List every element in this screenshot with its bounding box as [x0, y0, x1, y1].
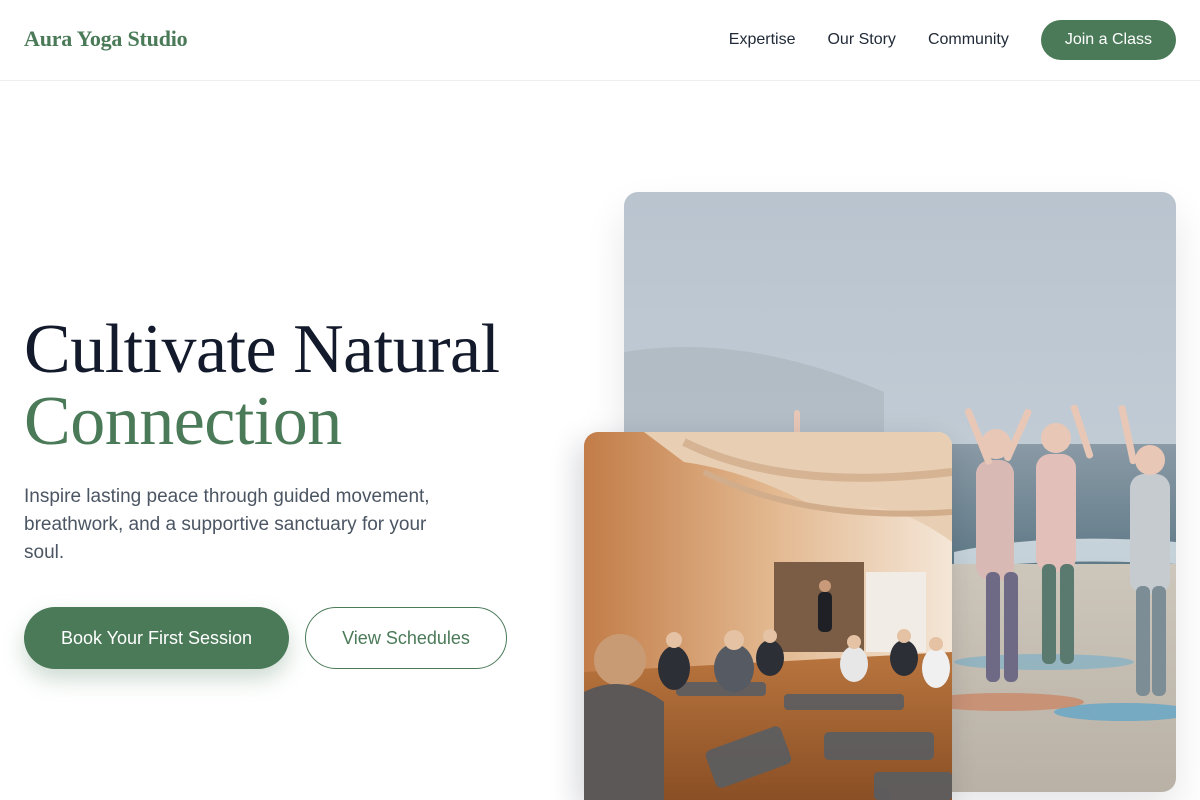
view-schedules-button[interactable]: View Schedules — [305, 607, 507, 669]
nav-link-community[interactable]: Community — [928, 31, 1009, 49]
main-nav: Expertise Our Story Community Join a Cla… — [729, 20, 1176, 60]
studio-class-illustration — [584, 432, 952, 800]
brand-logo[interactable]: Aura Yoga Studio — [24, 26, 188, 52]
hero-title: Cultivate Natural Connection — [24, 314, 500, 458]
join-class-button[interactable]: Join a Class — [1040, 20, 1176, 60]
nav-link-expertise[interactable]: Expertise — [729, 31, 796, 49]
hero-title-line-1: Cultivate Natural — [24, 311, 500, 388]
nav-link-our-story[interactable]: Our Story — [827, 31, 895, 49]
book-session-button[interactable]: Book Your First Session — [24, 607, 289, 669]
studio-class-photo — [584, 432, 952, 800]
hero-title-line-2: Connection — [24, 383, 342, 460]
site-header: Aura Yoga Studio Expertise Our Story Com… — [0, 0, 1200, 81]
hero-subtitle: Inspire lasting peace through guided mov… — [24, 486, 430, 563]
